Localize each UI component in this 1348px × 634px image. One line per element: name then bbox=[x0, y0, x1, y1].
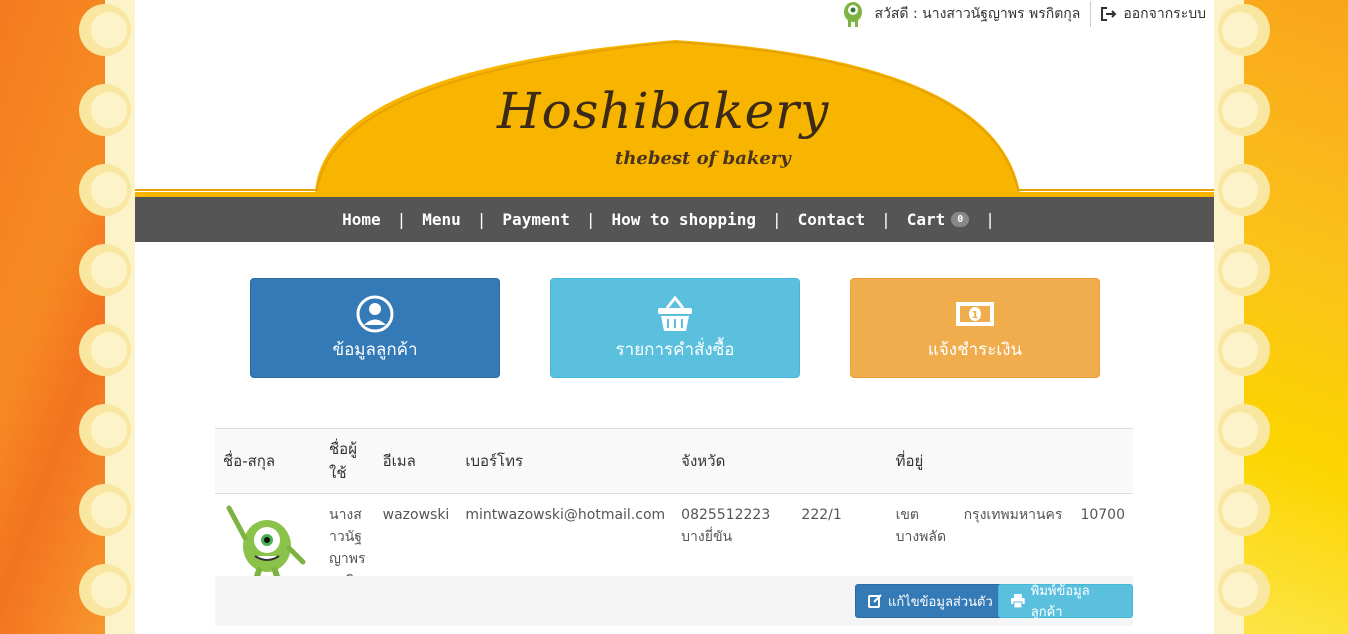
edit-profile-label: แก้ไขข้อมูลส่วนตัว bbox=[888, 594, 993, 610]
col-username: ชื่อผู้ใช้ bbox=[321, 428, 375, 494]
svg-text:1: 1 bbox=[972, 310, 979, 321]
scallop-border-right bbox=[1214, 0, 1270, 634]
background-right bbox=[1214, 0, 1348, 634]
print-customer-button[interactable]: พิมพ์ข้อมูลลูกค้า bbox=[998, 584, 1133, 620]
cell-house-no: 222/1 bbox=[801, 507, 842, 523]
background-left bbox=[0, 0, 135, 634]
dashboard-tiles: ข้อมูลลูกค้า รายการคำสั่งซื้อ 1 แจ้งชำระ… bbox=[250, 278, 1100, 378]
divider bbox=[1090, 1, 1092, 27]
logout-label: ออกจากระบบ bbox=[1123, 6, 1206, 22]
edit-profile-button[interactable]: แก้ไขข้อมูลส่วนตัว bbox=[855, 584, 1006, 618]
payment-notify-tile[interactable]: 1 แจ้งชำระเงิน bbox=[850, 278, 1100, 378]
logout-icon bbox=[1101, 7, 1117, 21]
nav-home[interactable]: Home bbox=[340, 210, 383, 229]
cell-district: เขตบางพลัด bbox=[895, 507, 947, 545]
customer-info-label: ข้อมูลลูกค้า bbox=[332, 339, 418, 360]
payment-notify-label: แจ้งชำระเงิน bbox=[927, 339, 1023, 360]
nav-contact[interactable]: Contact bbox=[796, 210, 867, 229]
basket-icon bbox=[658, 295, 692, 331]
main-page: สวัสดี : นางสาวนัฐญาพร พรกิตกุล ออกจากระ… bbox=[135, 0, 1214, 634]
nav-divider: | bbox=[881, 210, 891, 229]
nav-how-to-shopping[interactable]: How to shopping bbox=[610, 210, 759, 229]
user-avatar-icon bbox=[844, 2, 863, 27]
cell-phone: 0825512223 bbox=[681, 507, 771, 523]
main-nav: Home | Menu | Payment | How to shopping … bbox=[135, 197, 1214, 242]
nav-cart-label: Cart bbox=[906, 210, 946, 229]
money-icon: 1 bbox=[956, 301, 994, 326]
nav-payment[interactable]: Payment bbox=[500, 210, 571, 229]
logo-subtitle: thebest of bakery bbox=[615, 148, 791, 169]
action-row: แก้ไขข้อมูลส่วนตัว พิมพ์ข้อมูลลูกค้า bbox=[215, 576, 1133, 626]
col-email: อีเมล bbox=[374, 428, 458, 494]
logout-link[interactable]: ออกจากระบบ bbox=[1101, 3, 1206, 25]
scallop-border-left bbox=[79, 0, 135, 634]
order-list-tile[interactable]: รายการคำสั่งซื้อ bbox=[550, 278, 800, 378]
nav-divider: | bbox=[985, 210, 995, 229]
edit-icon bbox=[868, 594, 882, 608]
banner: Hoshibakery thebest of bakery bbox=[135, 30, 1214, 198]
cell-subdistrict: บางยี่ขัน bbox=[681, 529, 733, 545]
col-fullname: ชื่อ-สกุล bbox=[215, 428, 321, 494]
cell-zip: 10700 bbox=[1080, 507, 1125, 523]
customer-info-tile[interactable]: ข้อมูลลูกค้า bbox=[250, 278, 500, 378]
col-phone: เบอร์โทร bbox=[457, 428, 674, 494]
print-icon bbox=[1011, 594, 1025, 608]
cart-count-badge: 0 bbox=[951, 212, 970, 227]
nav-divider: | bbox=[396, 210, 407, 229]
user-bar: สวัสดี : นางสาวนัฐญาพร พรกิตกุล ออกจากระ… bbox=[838, 0, 1206, 28]
greeting-text: สวัสดี : นางสาวนัฐญาพร พรกิตกุล bbox=[874, 6, 1081, 22]
col-province: จังหวัด bbox=[673, 428, 888, 494]
nav-divider: | bbox=[476, 210, 487, 229]
order-list-label: รายการคำสั่งซื้อ bbox=[615, 339, 735, 360]
user-circle-icon bbox=[356, 295, 394, 332]
print-customer-label: พิมพ์ข้อมูลลูกค้า bbox=[1030, 584, 1090, 620]
nav-divider: | bbox=[585, 210, 596, 229]
logo-title: Hoshibakery bbox=[497, 82, 830, 140]
nav-cart[interactable]: Cart 0 bbox=[905, 210, 972, 229]
col-address: ที่อยู่ bbox=[887, 428, 1133, 494]
nav-divider: | bbox=[772, 210, 782, 229]
table-header-row: ชื่อ-สกุล ชื่อผู้ใช้ อีเมล เบอร์โทร จังห… bbox=[215, 428, 1133, 494]
cell-province: กรุงเทพมหานคร bbox=[963, 507, 1063, 523]
nav-menu[interactable]: Menu bbox=[420, 210, 463, 229]
